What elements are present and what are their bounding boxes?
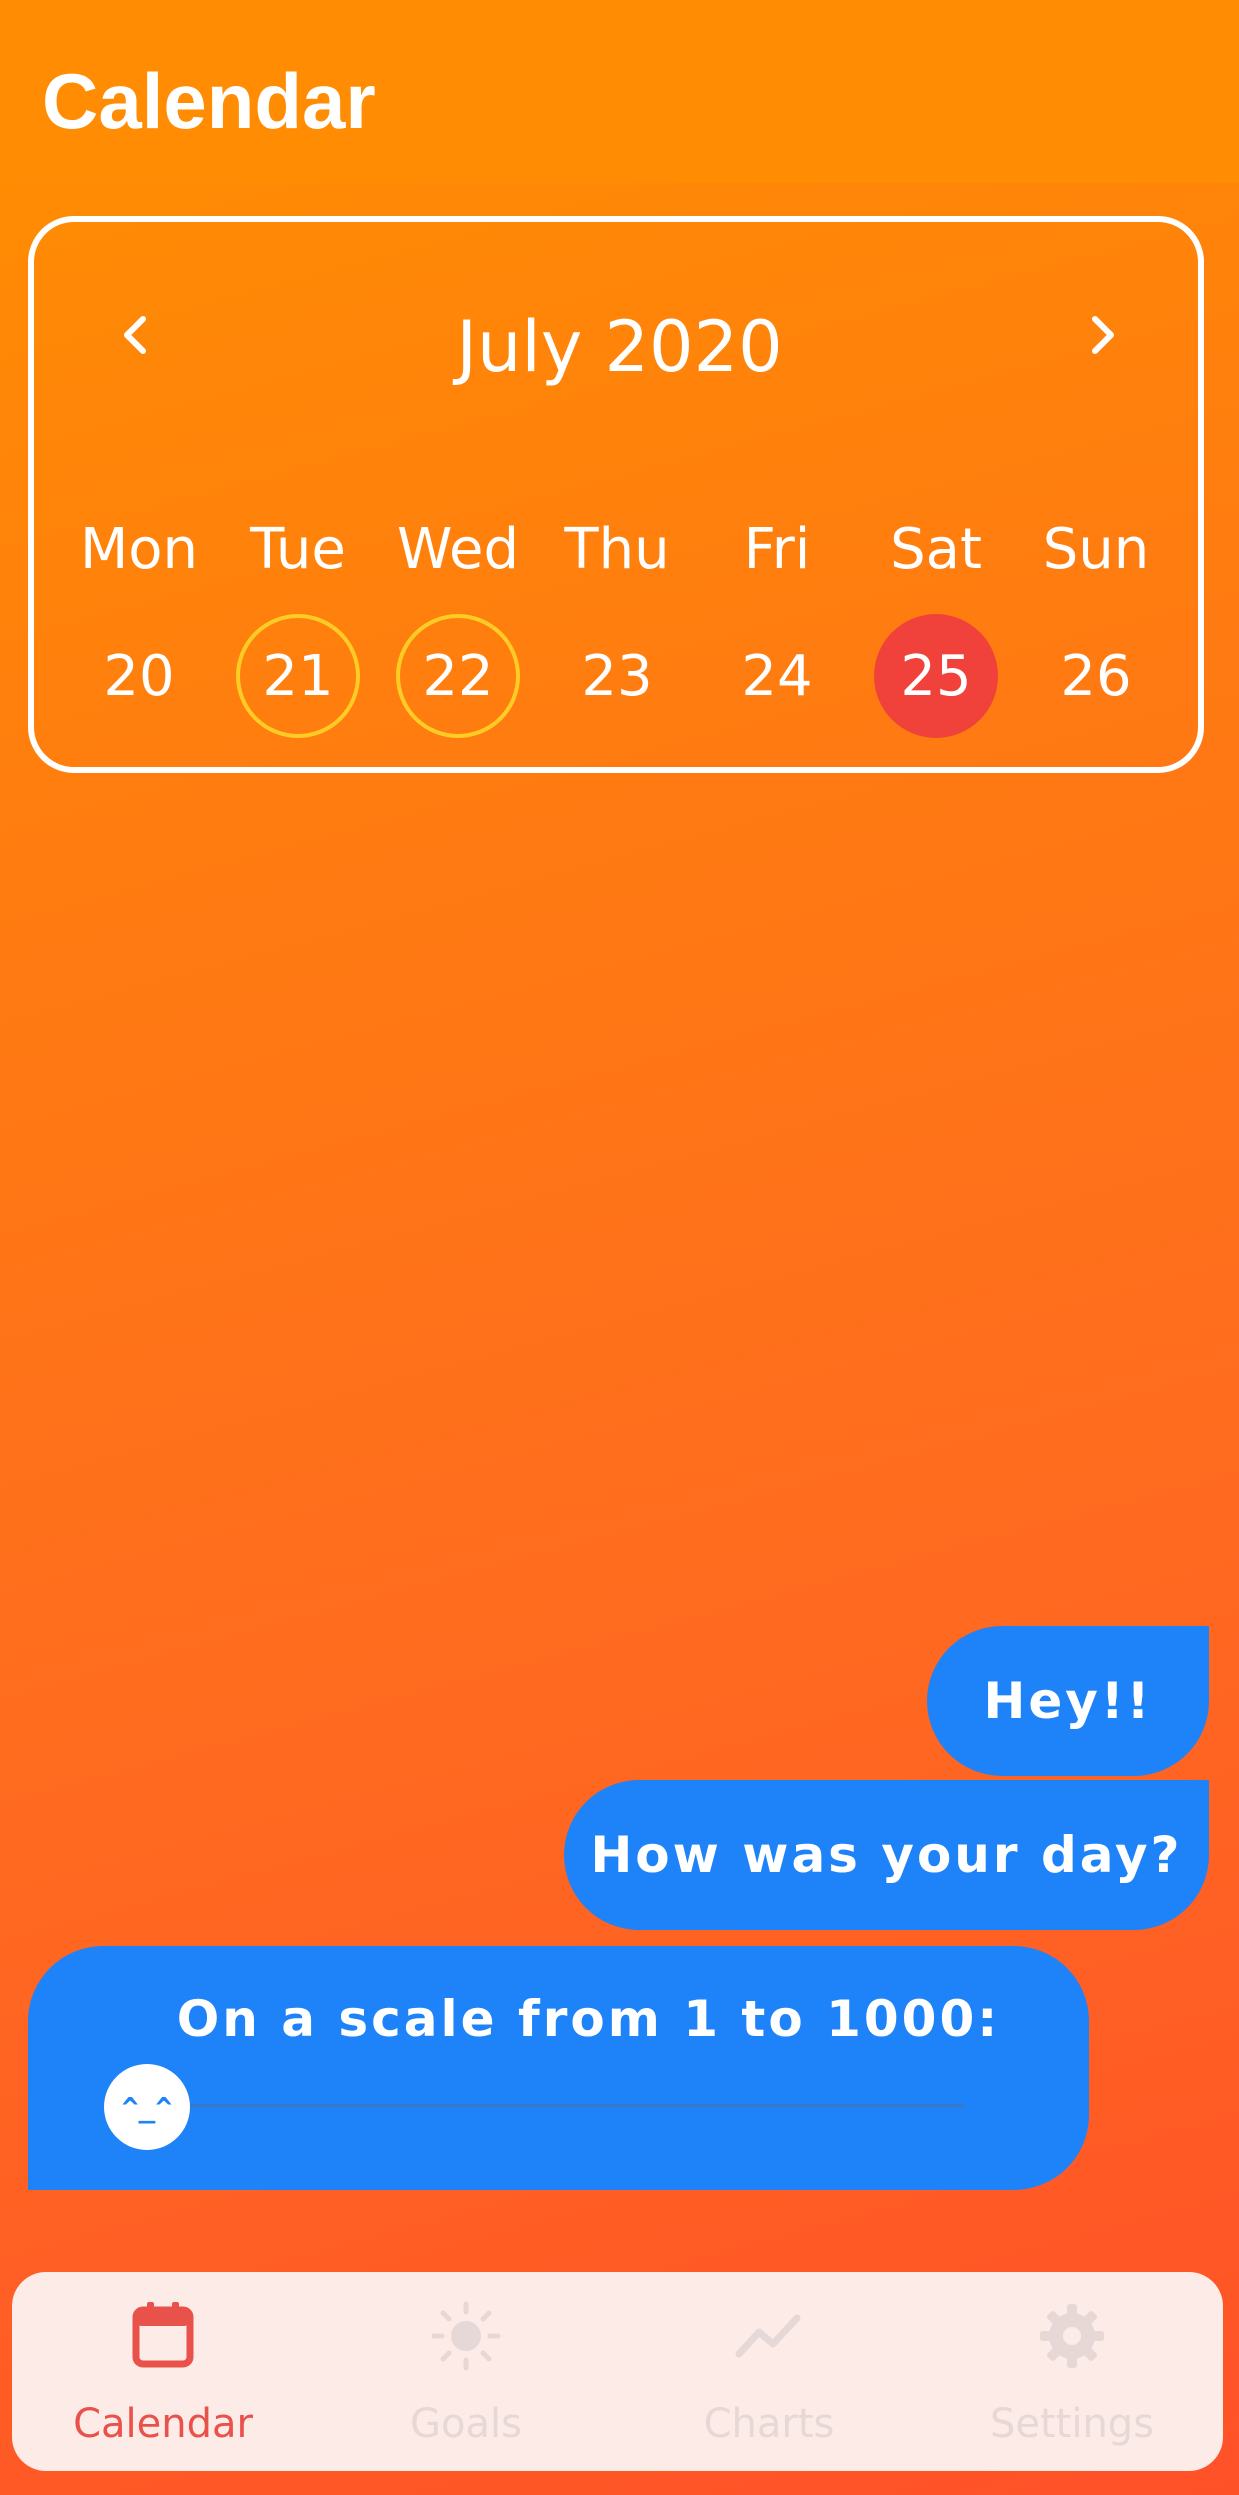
nav-label-goals: Goals [410,2401,522,2447]
day-24[interactable]: 24 [715,614,839,738]
nav-item-charts[interactable]: Charts [618,2272,920,2471]
nav-item-calendar[interactable]: Calendar [12,2272,314,2471]
app-header: Calendar [0,0,1239,183]
day-22[interactable]: 22 [396,614,520,738]
nav-label-calendar: Calendar [73,2401,253,2447]
chat-bubble-question: How was your day? [564,1780,1209,1930]
scale-prompt: On a scale from 1 to 1000: [176,1990,1001,2048]
rating-slider-track[interactable] [138,2104,965,2107]
nav-item-settings[interactable]: Settings [921,2272,1223,2471]
nav-label-charts: Charts [703,2401,835,2447]
bottom-nav-bar: Calendar Goals Charts Settings [12,2272,1223,2471]
day-20[interactable]: 20 [77,614,201,738]
page-title: Calendar [42,57,376,145]
day-26[interactable]: 26 [1034,614,1158,738]
calendar-icon [132,2302,194,2368]
nav-item-goals[interactable]: Goals [315,2272,617,2471]
rating-slider-thumb[interactable]: ^_^ [104,2064,190,2150]
weekday-mon: Mon [79,517,199,582]
chat-bubble-greeting: Hey!! [927,1626,1209,1776]
day-25-selected[interactable]: 25 [874,614,998,738]
chevron-right-icon [1092,316,1114,354]
day-23[interactable]: 23 [555,614,679,738]
weekday-tue: Tue [250,517,346,582]
sun-icon [431,2301,501,2371]
weekday-fri: Fri [743,517,811,582]
weekday-sat: Sat [890,517,982,582]
day-21[interactable]: 21 [236,614,360,738]
gear-icon [1040,2304,1104,2368]
weekday-sun: Sun [1042,517,1150,582]
weekday-wed: Wed [396,517,520,582]
month-title: July 2020 [456,306,783,388]
chat-bubble-scale: On a scale from 1 to 1000: ^_^ [28,1946,1089,2190]
trend-chart-icon [735,2314,801,2358]
next-month-button[interactable] [1068,300,1138,370]
nav-label-settings: Settings [989,2401,1155,2447]
weekday-thu: Thu [564,517,670,582]
